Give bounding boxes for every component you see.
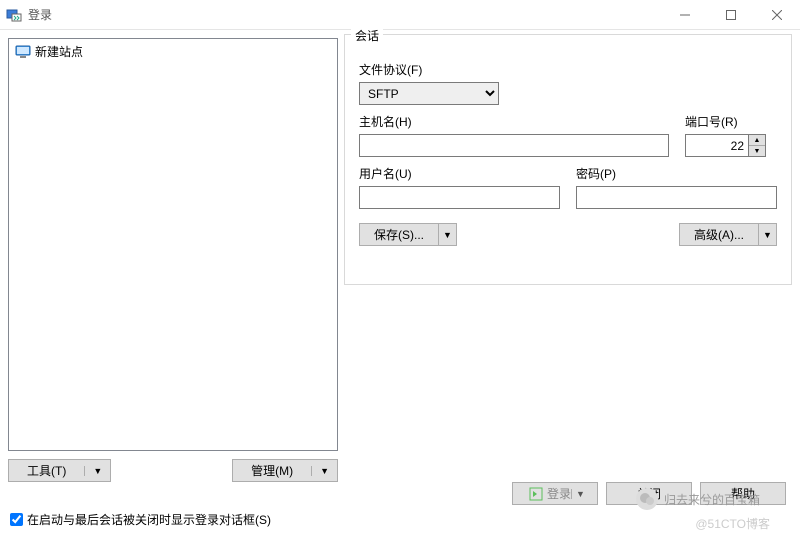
session-group-title: 会话 [351,27,383,44]
monitor-icon [15,44,31,60]
spinner-up-icon[interactable]: ▲ [749,135,765,146]
maximize-button[interactable] [708,0,754,29]
footer-buttons: 登录 ▼ 关闭 帮助 [10,482,790,505]
login-split-button[interactable]: 登录 ▼ [512,482,598,505]
password-label: 密码(P) [576,165,777,182]
close-label: 关闭 [637,485,661,502]
chevron-down-icon[interactable]: ▼ [438,224,456,245]
save-label: 保存(S)... [360,224,438,245]
login-arrow-icon [529,487,543,501]
save-button[interactable]: 保存(S)... ▼ [359,223,457,246]
advanced-button[interactable]: 高级(A)... ▼ [679,223,777,246]
close-dialog-button[interactable]: 关闭 [606,482,692,505]
login-label: 登录 [547,485,571,502]
session-group: 会话 文件协议(F) SFTP 主机名(H) 端口号(R) ▲ ▼ [344,34,792,285]
window-title: 登录 [28,6,662,23]
protocol-label: 文件协议(F) [359,61,777,78]
title-bar: 登录 [0,0,800,30]
show-dialog-checkbox-row: 在启动与最后会话被关闭时显示登录对话框(S) [10,511,790,528]
site-item-label: 新建站点 [35,43,83,60]
host-label: 主机名(H) [359,113,669,130]
dialog-body: 新建站点 工具(T) ▼ 管理(M) ▼ 会话 文件协议(F) SFTP 主机名… [0,30,800,490]
left-pane: 新建站点 工具(T) ▼ 管理(M) ▼ [8,38,338,482]
username-label: 用户名(U) [359,165,560,182]
password-input[interactable] [576,186,777,209]
port-spinner[interactable]: ▲ ▼ [749,134,766,157]
right-pane: 会话 文件协议(F) SFTP 主机名(H) 端口号(R) ▲ ▼ [344,38,792,482]
host-input[interactable] [359,134,669,157]
show-dialog-checkbox[interactable] [10,513,23,526]
site-list[interactable]: 新建站点 [8,38,338,451]
help-label: 帮助 [731,485,755,502]
help-button[interactable]: 帮助 [700,482,786,505]
chevron-down-icon[interactable]: ▼ [571,489,589,499]
chevron-down-icon: ▼ [84,466,110,476]
protocol-select[interactable]: SFTP [359,82,499,105]
port-input[interactable] [685,134,749,157]
username-input[interactable] [359,186,560,209]
minimize-button[interactable] [662,0,708,29]
window-controls [662,0,800,29]
advanced-label: 高级(A)... [680,224,758,245]
close-button[interactable] [754,0,800,29]
site-item[interactable]: 新建站点 [11,41,335,62]
chevron-down-icon: ▼ [311,466,337,476]
chevron-down-icon[interactable]: ▼ [758,224,776,245]
port-label: 端口号(R) [685,113,777,130]
show-dialog-label[interactable]: 在启动与最后会话被关闭时显示登录对话框(S) [27,511,271,528]
app-icon [6,7,22,23]
spinner-down-icon[interactable]: ▼ [749,146,765,156]
footer: 登录 ▼ 关闭 帮助 在启动与最后会话被关闭时显示登录对话框(S) [0,476,800,538]
